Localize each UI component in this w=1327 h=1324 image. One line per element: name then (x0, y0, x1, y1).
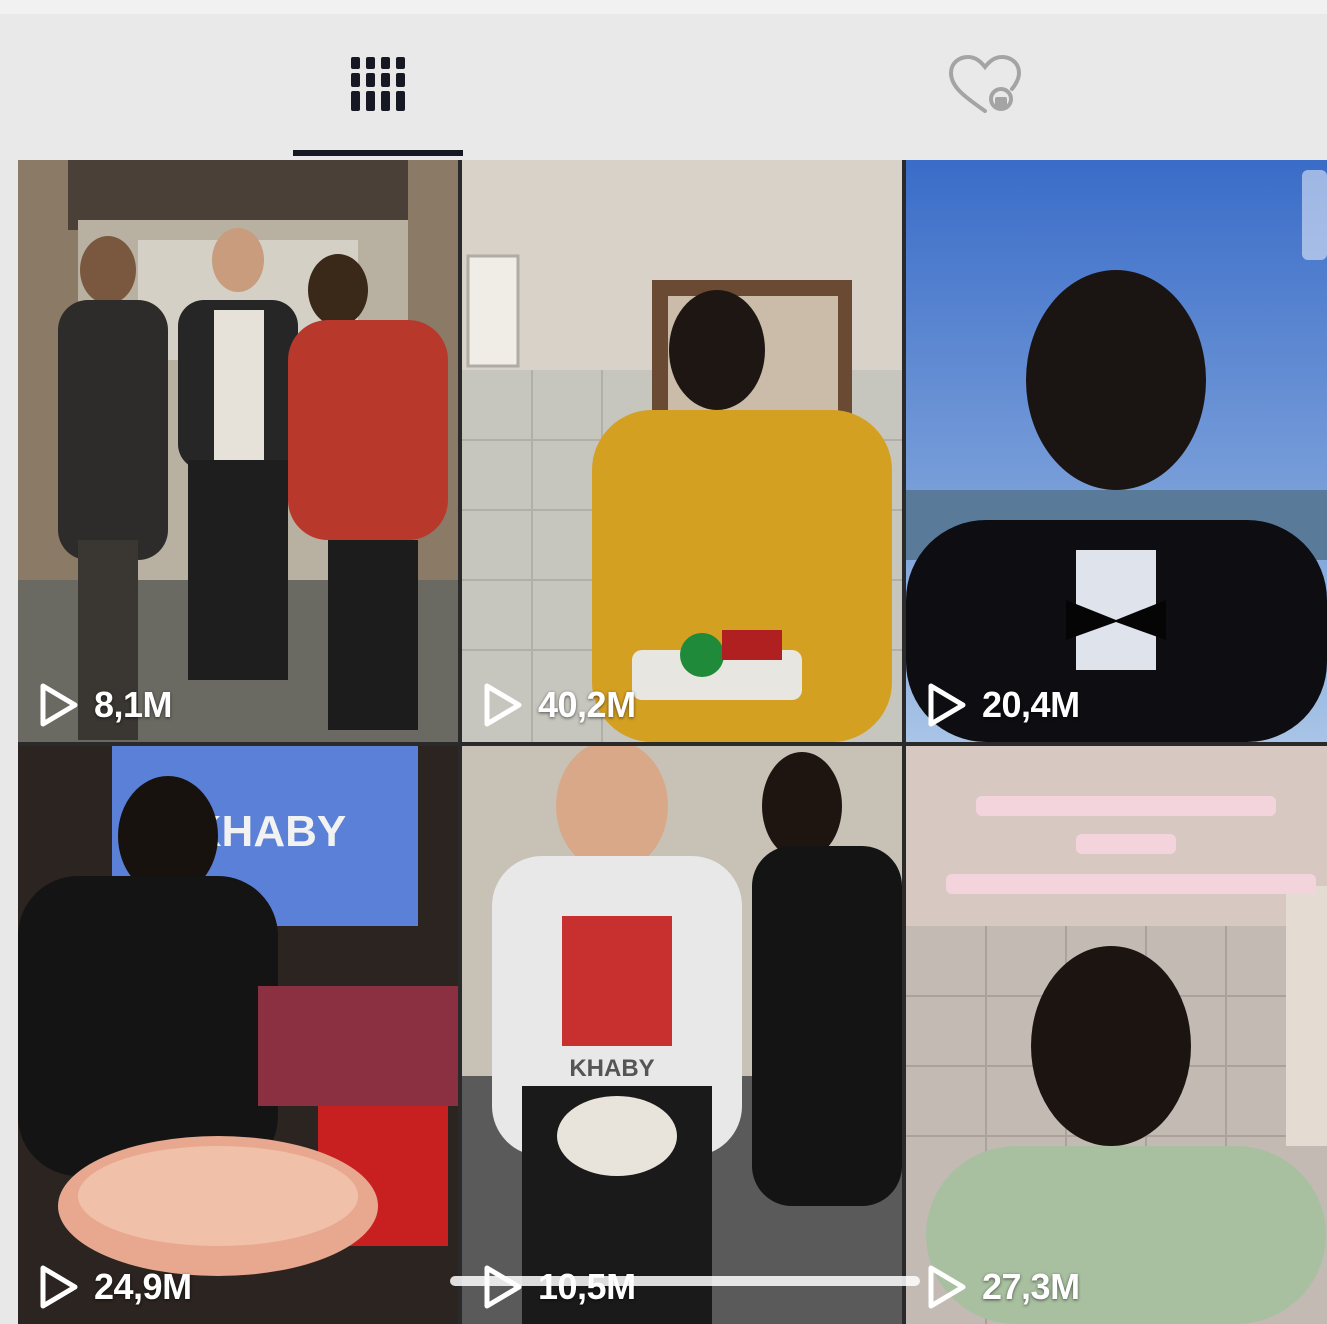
play-icon (926, 682, 968, 728)
view-count: 40,2M (482, 682, 636, 728)
thumbnail-image (18, 160, 458, 742)
view-count-text: 40,2M (538, 684, 636, 725)
grid-icon (348, 55, 408, 120)
video-thumbnail-3[interactable]: 20,4M (906, 160, 1327, 742)
video-thumbnail-4[interactable]: KHABY 24,9M (18, 746, 458, 1324)
video-thumbnail-6[interactable]: 27,3M (906, 746, 1327, 1324)
heart-lock-icon (945, 53, 1025, 122)
thumbnail-image: KHABY (462, 746, 902, 1324)
top-strip (0, 0, 1327, 15)
thumbnail-image (906, 160, 1327, 742)
profile-tab-bar (0, 14, 1327, 160)
view-count-text: 20,4M (982, 684, 1080, 725)
video-grid: 8,1M 40,2M 20,4M KHABY 24,9M KHABY 10,5M… (18, 160, 1327, 1324)
video-thumbnail-1[interactable]: 8,1M (18, 160, 458, 742)
play-icon (482, 1264, 524, 1310)
play-icon (38, 1264, 80, 1310)
view-count: 24,9M (38, 1264, 192, 1310)
view-count: 8,1M (38, 682, 173, 728)
view-count-text: 24,9M (94, 1266, 192, 1307)
video-scrubber[interactable] (450, 1276, 920, 1286)
tab-liked[interactable] (900, 14, 1070, 160)
view-count: 20,4M (926, 682, 1080, 728)
tab-videos[interactable] (293, 14, 463, 160)
view-count-text: 27,3M (982, 1266, 1080, 1307)
view-count-text: 8,1M (94, 684, 173, 725)
khaby-shirt-text: KHABY (569, 1055, 654, 1082)
view-count: 27,3M (926, 1264, 1080, 1310)
play-icon (38, 682, 80, 728)
thumbnail-image: KHABY (18, 746, 458, 1324)
view-count: 10,5M (482, 1264, 636, 1310)
active-tab-indicator (293, 150, 463, 156)
video-thumbnail-2[interactable]: 40,2M (462, 160, 902, 742)
play-icon (926, 1264, 968, 1310)
thumbnail-image (906, 746, 1327, 1324)
thumbnail-image (462, 160, 902, 742)
video-thumbnail-5[interactable]: KHABY 10,5M (462, 746, 902, 1324)
play-icon (482, 682, 524, 728)
view-count-text: 10,5M (538, 1266, 636, 1307)
